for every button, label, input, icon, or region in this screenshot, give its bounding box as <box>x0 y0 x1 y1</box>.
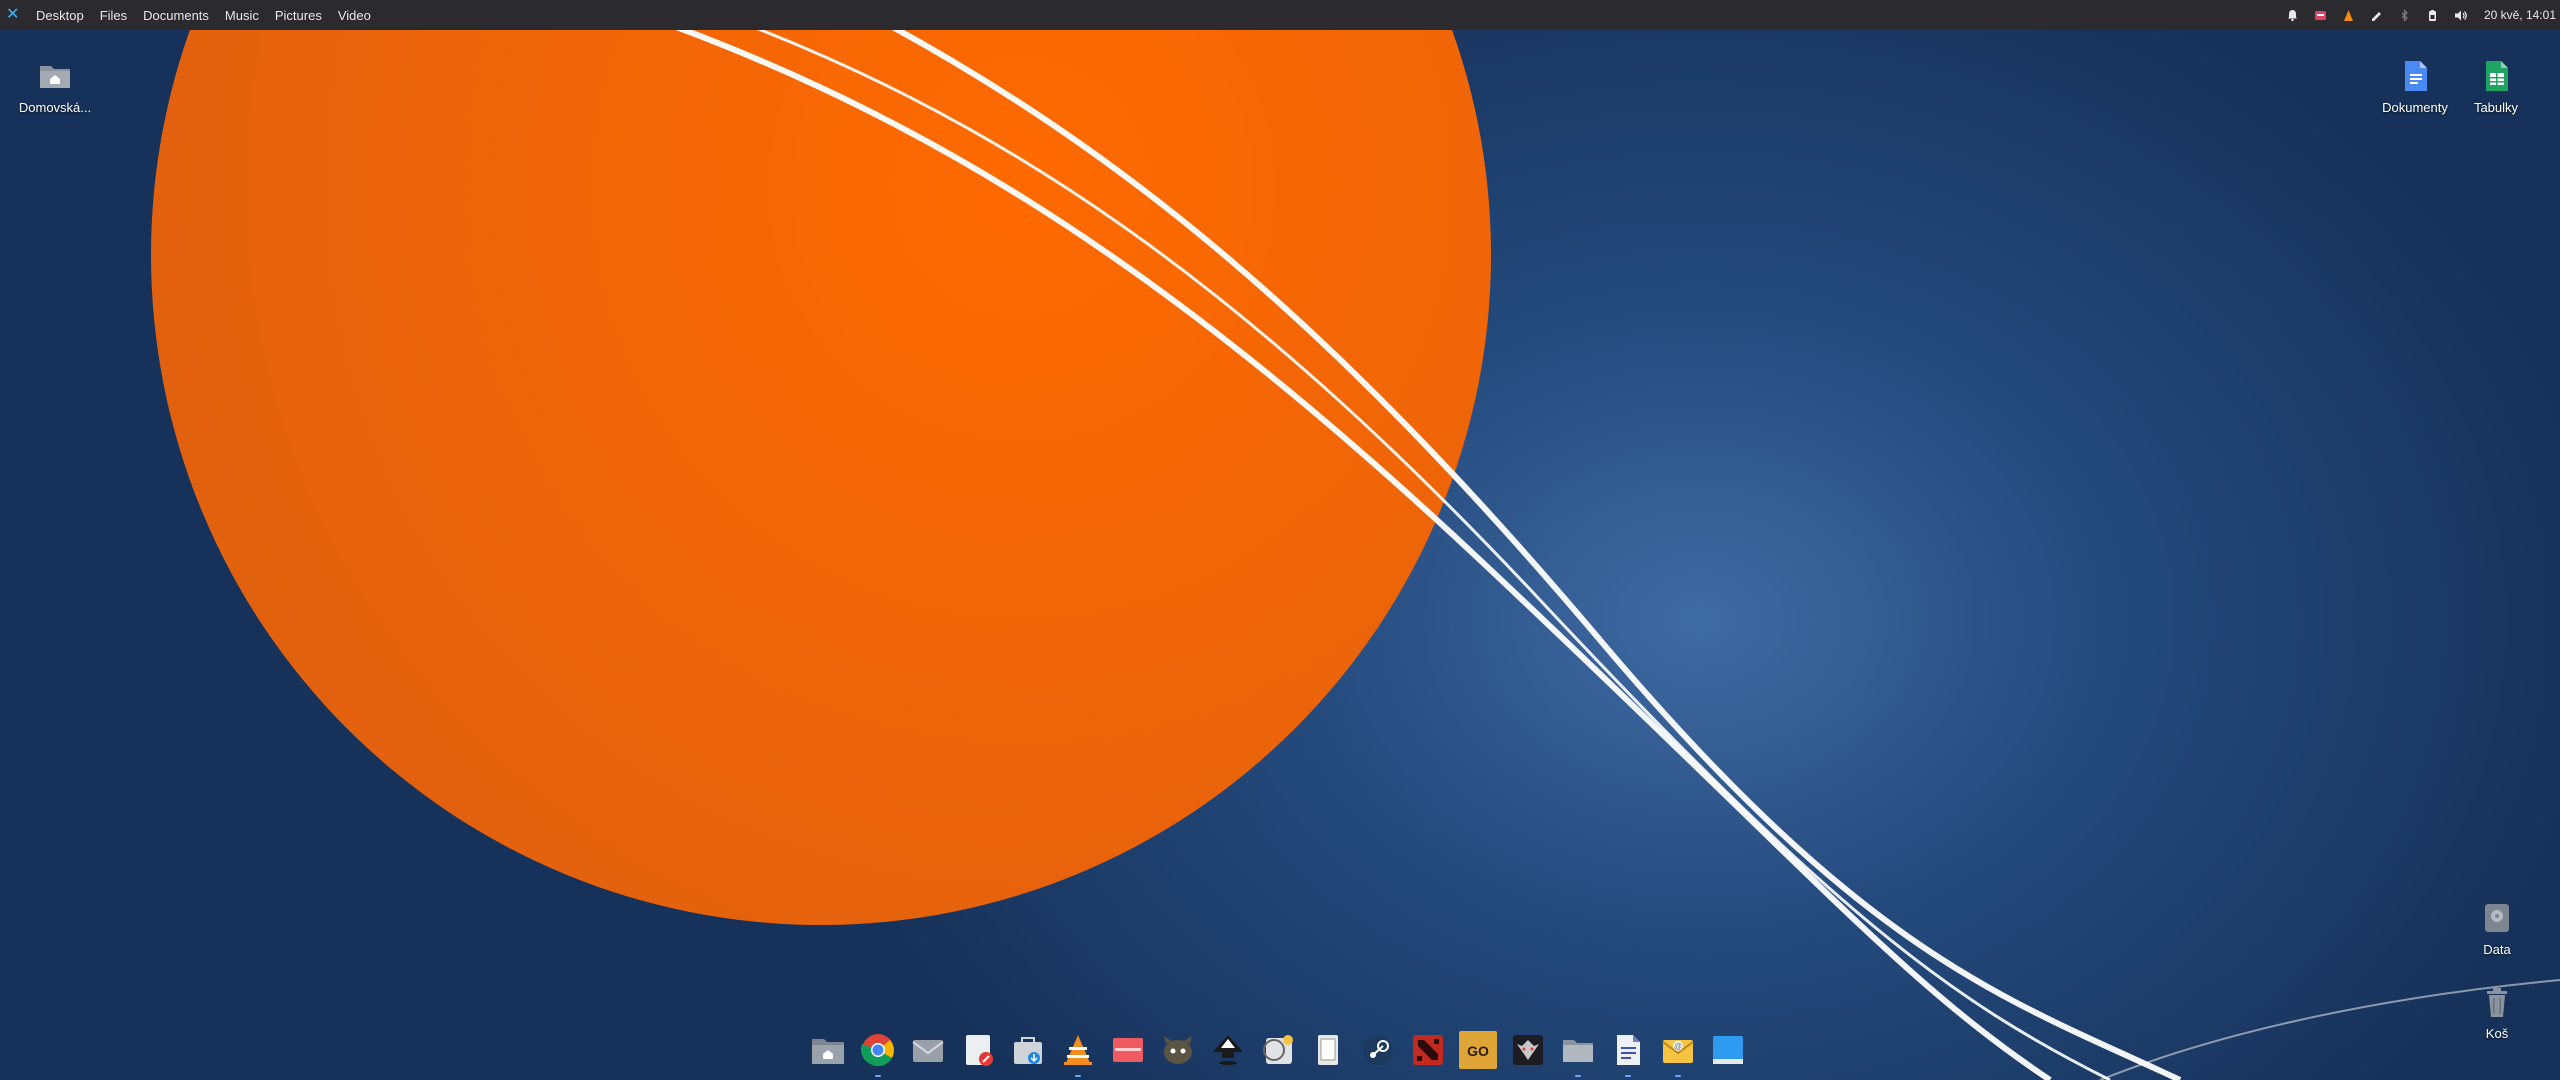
menu-files[interactable]: Files <box>100 8 127 23</box>
menu-music[interactable]: Music <box>225 8 259 23</box>
steam-icon <box>1363 1035 1393 1065</box>
text-editor-icon <box>966 1035 993 1066</box>
svg-text:@: @ <box>1674 1042 1682 1051</box>
dock-files[interactable] <box>808 1030 848 1070</box>
dock-text-editor[interactable] <box>958 1030 998 1070</box>
sheets-label: Tabulky <box>2473 100 2519 115</box>
vlc-tray-icon[interactable] <box>2342 8 2356 22</box>
dock-vlc[interactable] <box>1058 1030 1098 1077</box>
dock-folder[interactable] <box>1558 1030 1598 1077</box>
app-menu-logo-icon[interactable]: ✕ <box>6 7 20 23</box>
top-panel: ✕ Desktop Files Documents Music Pictures… <box>0 0 2560 30</box>
trash-label: Koš <box>2485 1026 2509 1041</box>
gimp-icon <box>1164 1036 1192 1064</box>
menu-pictures[interactable]: Pictures <box>275 8 322 23</box>
dock-gimp[interactable] <box>1158 1030 1198 1070</box>
witcher-icon <box>1513 1035 1543 1065</box>
dock-image-viewer[interactable] <box>1108 1030 1148 1070</box>
docs-label: Dokumenty <box>2382 100 2448 115</box>
bluetooth-icon[interactable] <box>2398 8 2412 22</box>
dota-icon <box>1413 1035 1443 1065</box>
system-tray: 20 kvě, 14:01 <box>2286 0 2560 30</box>
document-viewer-icon <box>1318 1035 1338 1065</box>
vlc-icon <box>1064 1035 1092 1065</box>
clock[interactable]: 20 kvě, 14:01 <box>2484 8 2556 22</box>
dock-witcher[interactable] <box>1508 1030 1548 1070</box>
dock-mail-client[interactable]: @ <box>1658 1030 1698 1077</box>
menu-video[interactable]: Video <box>338 8 371 23</box>
dock-chrome[interactable] <box>858 1030 898 1077</box>
trash-desktop-icon[interactable]: Koš <box>2452 984 2542 1041</box>
svg-text:GO: GO <box>1467 1043 1489 1059</box>
dock-dota[interactable] <box>1408 1030 1448 1070</box>
mail-client-icon: @ <box>1662 1040 1694 1063</box>
data-drive-label: Data <box>2483 942 2511 957</box>
image-viewer-icon <box>1113 1038 1143 1062</box>
dock-store[interactable] <box>1008 1030 1048 1070</box>
mail-icon <box>912 1040 944 1062</box>
orange-circle <box>151 0 1491 925</box>
hard-drive-icon <box>2479 900 2515 936</box>
csgo-icon: GO <box>1459 1031 1497 1069</box>
store-icon <box>1014 1037 1042 1064</box>
dock-steam[interactable] <box>1358 1030 1398 1070</box>
trash-icon <box>2479 984 2515 1020</box>
google-sheets-icon <box>2478 58 2514 94</box>
battery-icon[interactable] <box>2426 8 2440 22</box>
dock-inkscape[interactable] <box>1208 1030 1248 1070</box>
dock-writer[interactable] <box>1608 1030 1648 1077</box>
menu-documents[interactable]: Documents <box>143 8 209 23</box>
google-docs-icon <box>2397 58 2433 94</box>
files-icon <box>812 1039 844 1064</box>
dock-csgo[interactable]: GO <box>1458 1030 1498 1070</box>
sheets-desktop-icon[interactable]: Tabulky <box>2451 58 2541 115</box>
photo-app-icon <box>1263 1035 1293 1064</box>
pen-tray-icon[interactable] <box>2370 8 2384 22</box>
home-folder-icon <box>37 58 73 94</box>
home-folder-desktop-icon[interactable]: Domovská... <box>10 58 100 115</box>
folder-icon <box>1563 1040 1593 1062</box>
screen-icon <box>1713 1036 1743 1064</box>
red-app-tray-icon[interactable] <box>2314 8 2328 22</box>
volume-icon[interactable] <box>2454 8 2468 22</box>
writer-icon <box>1617 1035 1640 1065</box>
inkscape-icon <box>1213 1035 1243 1065</box>
menu-desktop[interactable]: Desktop <box>36 8 84 23</box>
dock-photo-app[interactable] <box>1258 1030 1298 1070</box>
notification-bell-icon[interactable] <box>2286 8 2300 22</box>
docs-desktop-icon[interactable]: Dokumenty <box>2370 58 2460 115</box>
dock-mail[interactable] <box>908 1030 948 1070</box>
wallpaper <box>151 0 2560 1080</box>
chrome-icon <box>860 1034 894 1067</box>
dock-document-viewer[interactable] <box>1308 1030 1348 1070</box>
dock: GO @ <box>808 1030 1748 1077</box>
data-drive-desktop-icon[interactable]: Data <box>2452 900 2542 957</box>
dock-screen[interactable] <box>1708 1030 1748 1070</box>
home-folder-label: Domovská... <box>18 100 92 115</box>
